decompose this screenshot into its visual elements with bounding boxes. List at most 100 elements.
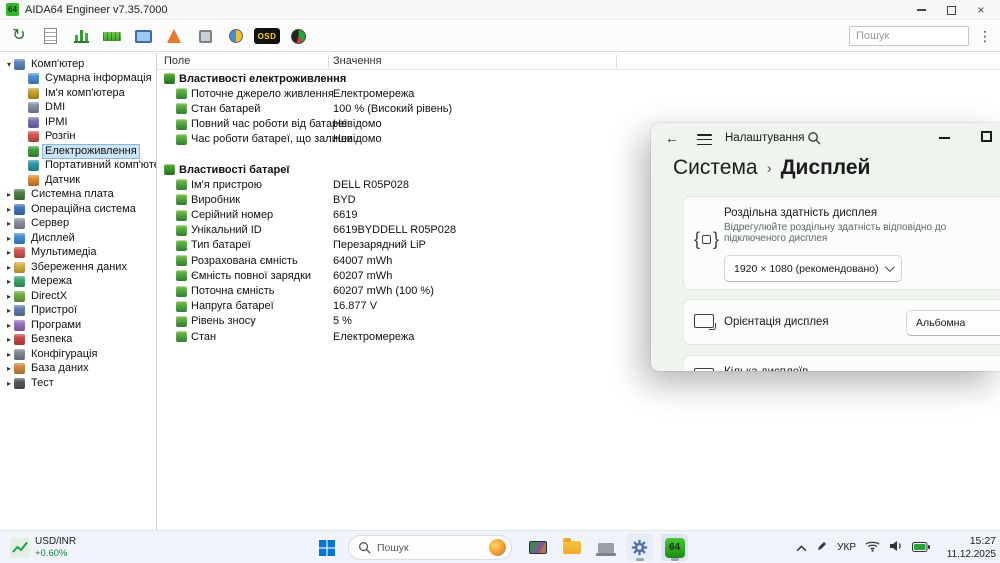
expander-icon[interactable]: ▸	[4, 306, 14, 315]
expander-icon[interactable]: ▸	[4, 248, 14, 257]
tree-item-icon	[14, 189, 25, 201]
hamburger-menu-icon[interactable]	[697, 134, 712, 148]
resolution-dropdown[interactable]: 1920 × 1080 (рекомендовано)	[724, 255, 902, 282]
settings-maximize-button[interactable]	[981, 131, 992, 142]
card-title: Роздільна здатність дисплея	[724, 207, 878, 219]
column-divider[interactable]	[616, 55, 617, 68]
tree-item[interactable]: Ім'я комп'ютера	[0, 86, 156, 101]
orientation-dropdown[interactable]: Альбомна	[906, 310, 1000, 336]
property-value: 100 % (Високий рівень)	[333, 102, 453, 115]
expander-icon[interactable]: ▸	[4, 190, 14, 199]
weather-icon[interactable]	[489, 539, 506, 556]
expander-icon[interactable]: ▸	[4, 335, 14, 344]
expander-icon[interactable]: ▸	[4, 350, 14, 359]
benchmark-icon[interactable]	[163, 25, 185, 47]
back-icon[interactable]: ←	[665, 130, 679, 146]
laptop-app-button[interactable]	[592, 534, 619, 561]
language-indicator[interactable]: УКР	[837, 542, 856, 553]
refresh-icon[interactable]: ↻	[8, 25, 30, 47]
volume-icon[interactable]	[889, 539, 903, 557]
column-divider[interactable]	[328, 55, 329, 68]
search-input[interactable]	[849, 26, 969, 46]
expander-icon[interactable]: ▸	[4, 234, 14, 243]
tree-item[interactable]: ▸ Збереження даних	[0, 260, 156, 275]
more-menu-icon[interactable]: ⋮	[978, 28, 992, 45]
expander-icon[interactable]: ▸	[4, 292, 14, 301]
gauge-icon[interactable]	[287, 25, 309, 47]
tree-item[interactable]: Портативний комп'ютер	[0, 159, 156, 174]
close-button[interactable]: ×	[966, 0, 996, 20]
expander-icon[interactable]: ▸	[4, 277, 14, 286]
aida64-app-button[interactable]: 64	[661, 534, 688, 561]
tree-item[interactable]: ▸ Мультимедіа	[0, 246, 156, 261]
tree-item[interactable]: ▸ Конфігурація	[0, 347, 156, 362]
monitor-app-button[interactable]	[524, 534, 551, 561]
settings-search-icon[interactable]	[807, 131, 821, 150]
tree-item[interactable]: Сумарна інформація	[0, 72, 156, 87]
expander-icon[interactable]: ▸	[4, 379, 14, 388]
property-value: 60207 mWh	[333, 269, 393, 282]
settings-minimize-button[interactable]	[939, 137, 950, 139]
devices-icon[interactable]	[194, 25, 216, 47]
tree-item[interactable]: ▸ Операційна система	[0, 202, 156, 217]
report-icon[interactable]	[39, 25, 61, 47]
tree-item[interactable]: Розгін	[0, 130, 156, 145]
file-explorer-button[interactable]	[558, 534, 585, 561]
breadcrumb-parent[interactable]: Система	[673, 156, 758, 180]
tree-item[interactable]: DMI	[0, 101, 156, 116]
property-row[interactable]: Властивості електроживлення	[157, 71, 1000, 86]
tree-item[interactable]: ▸ DirectX	[0, 289, 156, 304]
stock-widget[interactable]: USD/INR +0.60%	[6, 534, 80, 561]
tree-item[interactable]: ▸ Дисплей	[0, 231, 156, 246]
tree-item-icon	[28, 160, 39, 172]
expander-icon[interactable]: ▸	[4, 205, 14, 214]
expander-icon[interactable]: ▸	[4, 364, 14, 373]
memory-icon[interactable]	[101, 25, 123, 47]
tree-item[interactable]: ▸ База даних	[0, 362, 156, 377]
tree-item[interactable]: Датчик	[0, 173, 156, 188]
minimize-button[interactable]	[906, 0, 936, 20]
settings-app-button[interactable]	[626, 534, 653, 561]
tree-item-icon	[28, 102, 39, 114]
tree-item-label: Дисплей	[31, 231, 75, 244]
property-icon	[176, 285, 187, 297]
column-header-value[interactable]: Значення	[333, 55, 382, 67]
property-row[interactable]: Стан батарей 100 % (Високий рівень)	[157, 101, 1000, 116]
tree-item[interactable]: ▸ Пристрої	[0, 304, 156, 319]
display-icon[interactable]	[132, 25, 154, 47]
sensor-icon[interactable]	[225, 25, 247, 47]
tree-item[interactable]: Електроживлення	[0, 143, 156, 159]
property-row[interactable]: Поточне джерело живлення Електромережа	[157, 86, 1000, 101]
wifi-icon[interactable]	[865, 539, 880, 557]
expander-icon[interactable]: ▾	[4, 60, 14, 69]
tree-item-icon	[14, 247, 25, 259]
expander-icon[interactable]: ▸	[4, 263, 14, 272]
start-button[interactable]	[313, 534, 340, 561]
battery-icon[interactable]	[912, 539, 930, 557]
expander-icon[interactable]: ▸	[4, 219, 14, 228]
tree-item[interactable]: ▸ Системна плата	[0, 188, 156, 203]
pen-icon[interactable]	[816, 539, 828, 557]
tree-item[interactable]: ▸ Мережа	[0, 275, 156, 290]
tree-item[interactable]: ▸ Безпека	[0, 333, 156, 348]
osd-button[interactable]: OSD	[254, 25, 280, 47]
breadcrumb-current: Дисплей	[780, 156, 871, 179]
tree-item-label: Конфігурація	[31, 347, 98, 360]
tray-chevron-up-icon[interactable]	[796, 539, 807, 557]
clock[interactable]: 15:27 11.12.2025	[939, 534, 996, 561]
taskbar-search[interactable]: Пошук	[348, 535, 512, 560]
laptop-app-icon	[595, 542, 616, 556]
tree-item[interactable]: ▸ Сервер	[0, 217, 156, 232]
expander-icon[interactable]: ▸	[4, 321, 14, 330]
tree-item[interactable]: ▸ Програми	[0, 318, 156, 333]
column-header-field[interactable]: Поле	[164, 55, 190, 67]
maximize-button[interactable]	[936, 0, 966, 20]
tree-item[interactable]: IPMI	[0, 115, 156, 130]
tree-item-label: DirectX	[31, 289, 68, 302]
settings-titlebar: ← Налаштування	[651, 123, 1000, 157]
windows-logo-icon	[318, 539, 335, 556]
chart-icon[interactable]	[70, 25, 92, 47]
tree-item[interactable]: ▾ Комп'ютер	[0, 57, 156, 72]
tree-item[interactable]: ▸ Тест	[0, 376, 156, 391]
property-value: 5 %	[333, 315, 352, 328]
